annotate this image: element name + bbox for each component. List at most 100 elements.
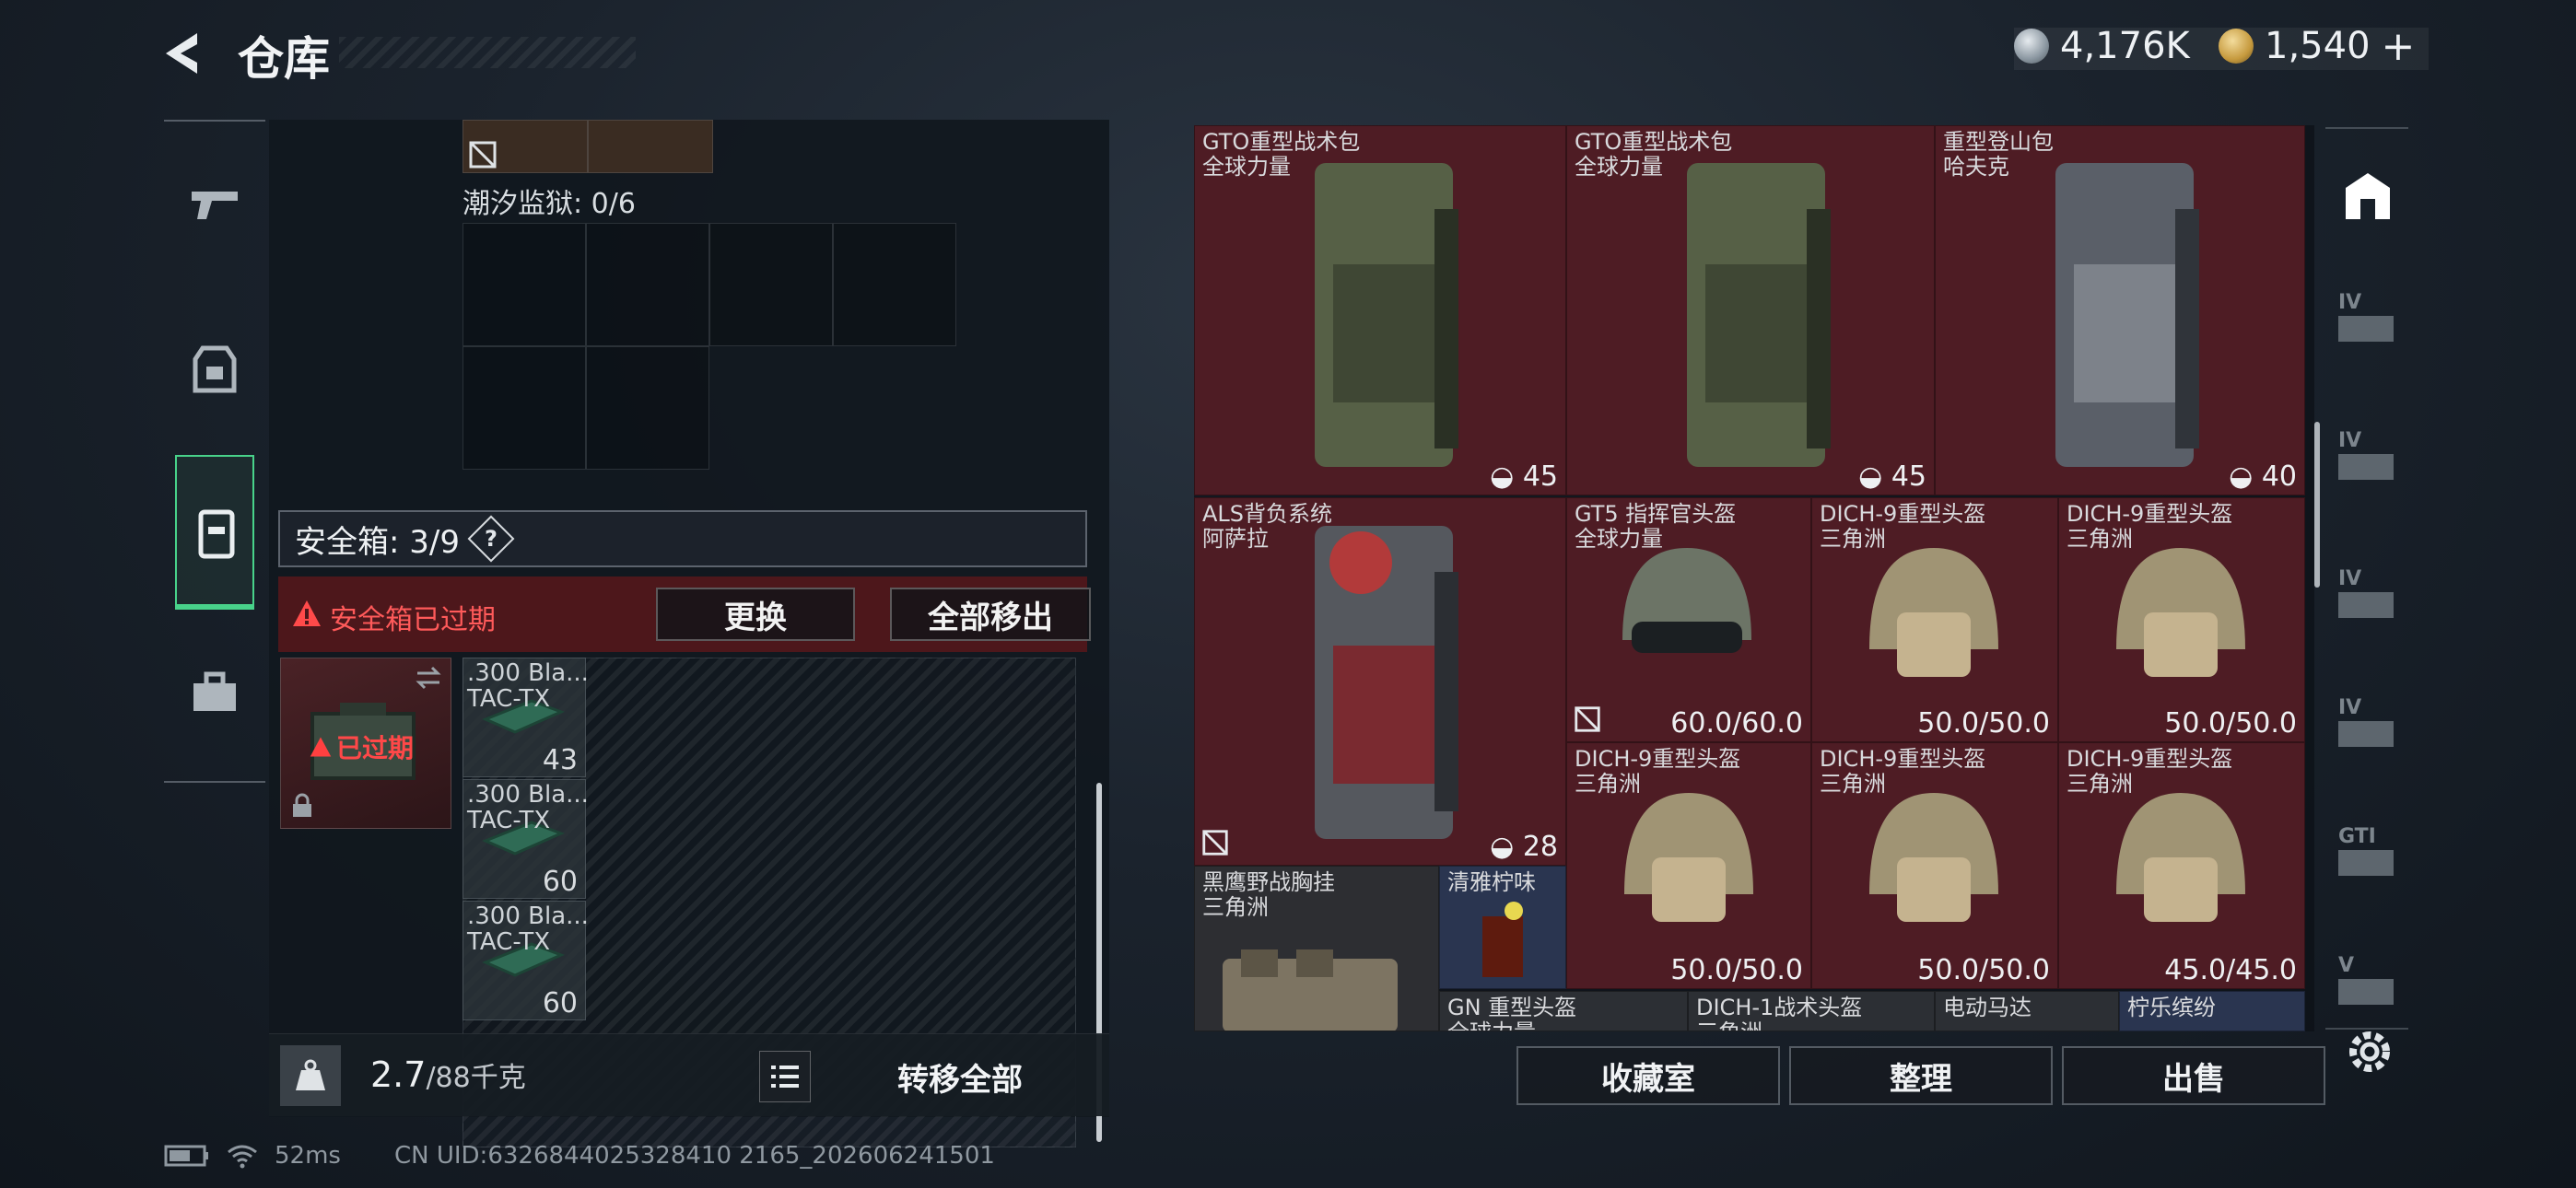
container-item-1[interactable] [463, 120, 588, 173]
item-name: 电动马达 [1943, 995, 2032, 1020]
item-name: 柠乐缤纷 [2127, 995, 2216, 1020]
storage-item[interactable]: ALS背负系统 阿萨拉 ◒ 28 [1194, 497, 1566, 866]
backpack-icon [198, 509, 235, 559]
capacity-icon: ◒ [2229, 460, 2262, 493]
weight-capacity: /88千克 [426, 1062, 526, 1094]
helmet-image [2116, 793, 2245, 922]
storage-item[interactable]: DICH-9重型头盔 三角洲 50.0/50.0 [2058, 497, 2305, 742]
storage-page-icon[interactable]: IV [2338, 696, 2397, 755]
item-name: 清雅柠味 [1447, 869, 1536, 895]
ammo-item[interactable]: .300 Bla... TAC-TX 60 [463, 779, 589, 899]
storage-page-icon[interactable]: IV [2338, 567, 2397, 626]
item-name: DICH-1战术头盔三角洲 [1696, 995, 1863, 1031]
container-item-2[interactable] [588, 120, 713, 173]
scrollbar[interactable] [2314, 422, 2320, 588]
list-icon [771, 1066, 799, 1088]
lock-icon [293, 793, 311, 817]
storage-page-icon[interactable]: IV [2338, 291, 2397, 350]
uid-text: CN UID:6326844025328410 2165_20260624150… [393, 1142, 995, 1170]
ammo-item[interactable]: .300 Bla... TAC-TX 43 [463, 658, 589, 777]
organize-button[interactable]: 整理 [1789, 1046, 2053, 1105]
item-capacity: ◒ 45 [1490, 460, 1558, 493]
remove-all-button[interactable]: 全部移出 [890, 588, 1091, 641]
item-durability: 50.0/50.0 [1917, 954, 2050, 986]
left-footer: 2.7/88千克 转移全部 [269, 1033, 1109, 1116]
capacity-icon: ◒ [1858, 460, 1891, 493]
item-capacity: ◒ 45 [1858, 460, 1926, 493]
weight-readout: 2.7/88千克 [370, 1054, 526, 1095]
replace-button[interactable]: 更换 [656, 588, 855, 641]
storage-item[interactable]: 重型登山包 哈夫克 ◒ 40 [1935, 125, 2305, 495]
slot[interactable] [586, 223, 709, 346]
helmet-image [1622, 548, 1751, 653]
storage-item[interactable]: 清雅柠味 [1439, 866, 1566, 989]
storage-item[interactable]: DICH-9重型头盔 三角洲 50.0/50.0 [1566, 742, 1811, 989]
list-view-button[interactable] [759, 1051, 811, 1102]
transfer-all-button[interactable]: 转移全部 [822, 1045, 1098, 1108]
slot[interactable] [586, 346, 709, 470]
helmet-image [2116, 548, 2245, 677]
capacity-icon: ◒ [1490, 460, 1523, 493]
backpack-image [1687, 163, 1831, 467]
back-button[interactable] [158, 28, 210, 79]
backpack-image [1315, 526, 1458, 839]
briefcase-icon[interactable] [184, 663, 245, 724]
container-panel: 潮汐监狱: 0/6 安全箱: 3/9 ? 安全箱已过期 更换 全部移出 已过期 … [269, 120, 1109, 1147]
storage-page-icon[interactable]: IV [2338, 429, 2397, 488]
storage-item[interactable]: DICH-9重型头盔 三角洲 45.0/45.0 [2058, 742, 2305, 989]
sell-button[interactable]: 出售 [2062, 1046, 2325, 1105]
back-arrow-icon [166, 33, 197, 74]
add-currency-button[interactable]: + [2382, 23, 2416, 70]
safebox-header: 安全箱: 3/9 ? [278, 510, 1087, 567]
storage-item[interactable]: GTO重型战术包 全球力量 ◒ 45 [1566, 125, 1935, 495]
expired-banner: 安全箱已过期 更换 全部移出 [278, 577, 1091, 652]
item-durability: 50.0/50.0 [2164, 707, 2297, 740]
currency-1-amount: 4,176K [2060, 25, 2190, 67]
storage-item[interactable]: DICH-9重型头盔 三角洲 50.0/50.0 [1811, 742, 2058, 989]
storage-item[interactable]: 柠乐缤纷 [2119, 991, 2305, 1031]
gear-vest-icon[interactable] [184, 339, 245, 400]
gear-icon [2349, 1031, 2390, 1072]
backpack-tab-active[interactable] [175, 455, 254, 610]
item-durability: 45.0/45.0 [2164, 954, 2297, 986]
storage-page-icon[interactable]: V [2338, 954, 2397, 1013]
helmet-image [1869, 548, 1998, 677]
help-icon[interactable]: ? [467, 515, 515, 563]
left-category-nav [164, 120, 265, 783]
expired-badge: 已过期 [309, 728, 414, 765]
storage-item[interactable]: 电动马达 [1935, 991, 2119, 1031]
item-capacity: ◒ 40 [2229, 460, 2297, 493]
storage-item[interactable]: GT5 指挥官头盔 全球力量 60.0/60.0 [1566, 497, 1811, 742]
storage-item[interactable]: 黑鹰野战胸挂 三角洲 [1194, 866, 1439, 1031]
storage-item[interactable]: DICH-1战术头盔三角洲 [1688, 991, 1935, 1031]
ammo-count: 60 [542, 987, 578, 1019]
item-name: GN 重型头盔全球力量 [1447, 995, 1577, 1031]
storage-item[interactable]: GN 重型头盔全球力量 [1439, 991, 1688, 1031]
safebox-label: 安全箱: 3/9 [295, 523, 460, 561]
pistol-icon[interactable] [184, 173, 245, 234]
wifi-icon [228, 1145, 257, 1169]
collection-room-button[interactable]: 收藏室 [1516, 1046, 1780, 1105]
storage-home-icon[interactable] [2338, 166, 2397, 225]
ammo-item[interactable]: .300 Bla... TAC-TX 60 [463, 901, 589, 1020]
currency-2-amount: 1,540 [2265, 25, 2371, 67]
chest-rig-image [1223, 949, 1398, 1031]
swap-icon[interactable] [414, 666, 443, 690]
slot[interactable] [463, 223, 586, 346]
item-name: 黑鹰野战胸挂 三角洲 [1202, 869, 1335, 920]
safebox-slot[interactable]: 已过期 [280, 658, 451, 829]
storage-item[interactable]: DICH-9重型头盔 三角洲 50.0/50.0 [1811, 497, 2058, 742]
slot[interactable] [463, 346, 586, 470]
slot[interactable] [709, 223, 833, 346]
ammo-name: .300 Bla... TAC-TX [467, 903, 589, 956]
settings-button[interactable] [2344, 1026, 2395, 1077]
ammo-name: .300 Bla... TAC-TX [467, 781, 589, 834]
weight-value: 2.7 [370, 1054, 427, 1095]
slot[interactable] [833, 223, 956, 346]
storage-item[interactable]: GTO重型战术包 全球力量 ◒ 45 [1194, 125, 1566, 495]
storage-page-icon[interactable]: GTI [2338, 825, 2397, 884]
prison-label: 潮汐监狱: 0/6 [463, 188, 636, 220]
backpack-image [2055, 163, 2199, 467]
item-capacity: ◒ 28 [1490, 831, 1558, 863]
currency-2[interactable]: 1,540 + [2219, 20, 2415, 72]
